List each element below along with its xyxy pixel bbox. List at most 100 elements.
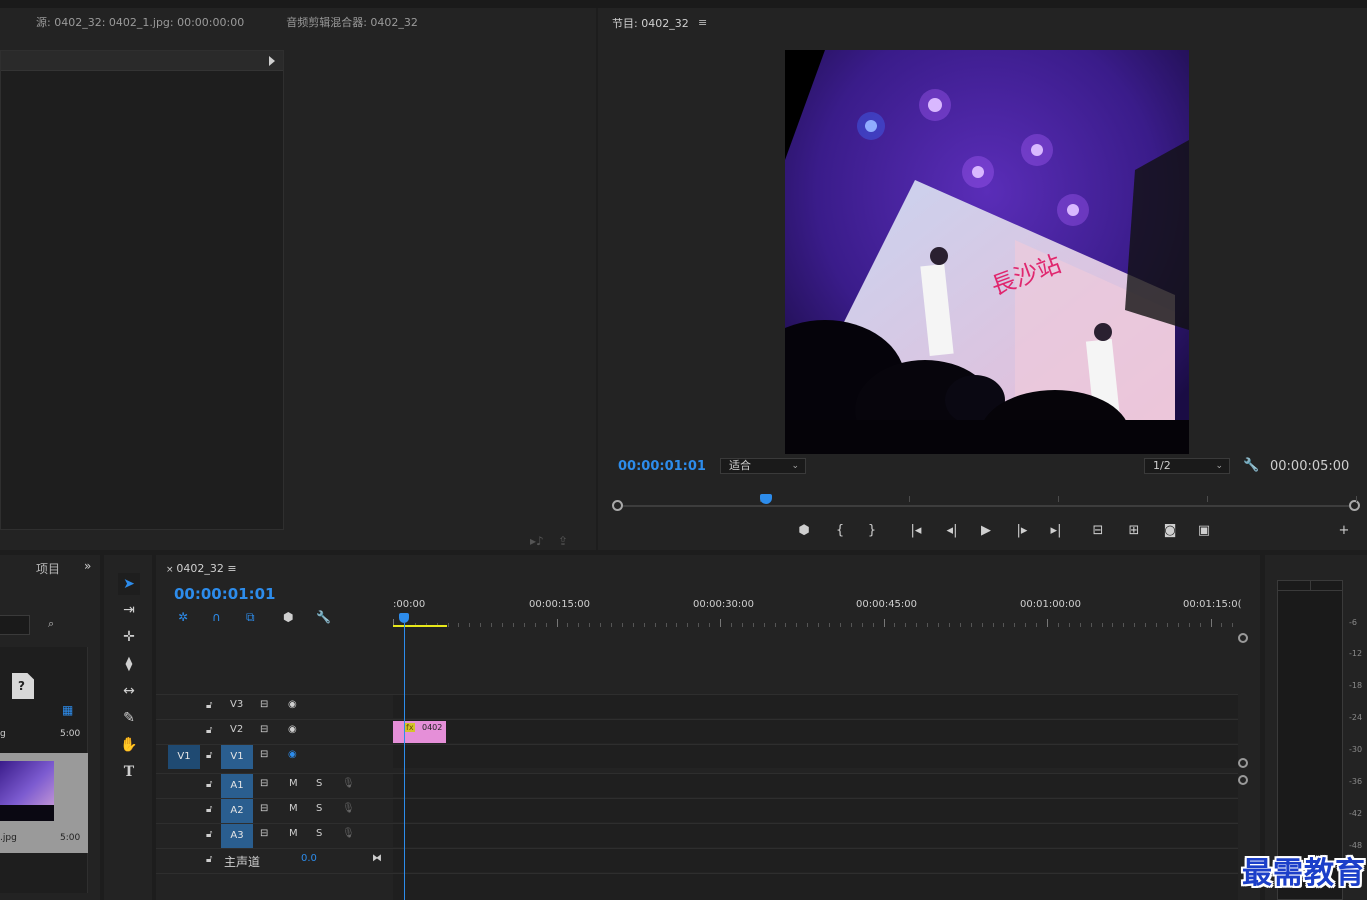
program-current-timecode[interactable]: 00:00:01:01: [618, 459, 706, 474]
ripple-edit-tool-icon[interactable]: ✛: [118, 626, 140, 648]
mic-icon[interactable]: 🎙︎: [342, 803, 355, 814]
go-to-out-icon[interactable]: ▸|: [1046, 522, 1066, 540]
in-point-knob[interactable]: [612, 500, 623, 511]
resolution-dropdown[interactable]: 1/2 ⌄: [1144, 458, 1230, 474]
wrench-icon[interactable]: 🔧: [316, 610, 331, 624]
play-icon[interactable]: ▶: [976, 522, 996, 540]
linked-selection-icon[interactable]: ⧉: [246, 610, 255, 625]
lock-icon[interactable]: 🔓︎: [206, 854, 212, 865]
panel-menu-icon[interactable]: ≡: [227, 562, 236, 575]
track-select-tool-icon[interactable]: ⇥: [118, 599, 140, 621]
project-search-input[interactable]: [0, 615, 30, 635]
tab-audio-mixer[interactable]: 音频剪辑混合器: 0402_32: [244, 14, 418, 34]
source-patch-v1[interactable]: V1: [168, 745, 200, 769]
type-tool-icon[interactable]: T: [118, 761, 140, 783]
track-content[interactable]: [393, 745, 1238, 768]
track-content[interactable]: fx 0402: [393, 720, 1238, 743]
hand-tool-icon[interactable]: ✋: [118, 734, 140, 756]
lock-icon[interactable]: 🔓︎: [206, 700, 212, 711]
mute-button[interactable]: M: [289, 803, 298, 814]
source-header-bar: [1, 51, 283, 71]
panel-menu-icon[interactable]: ≡: [698, 16, 707, 29]
track-target-v1[interactable]: V1: [221, 745, 253, 769]
tab-source[interactable]: 源: 0402_32: 0402_1.jpg: 00:00:00:00: [0, 14, 244, 34]
fit-dropdown[interactable]: 适合 ⌄: [720, 458, 806, 474]
step-back-icon[interactable]: ◂|: [942, 522, 962, 540]
video-scroll-bottom-knob[interactable]: [1238, 758, 1248, 768]
program-scrub-bar[interactable]: [612, 494, 1360, 518]
track-content[interactable]: [393, 874, 1238, 900]
timeline-clip[interactable]: fx 0402: [393, 721, 446, 743]
master-volume[interactable]: 0.0: [301, 853, 317, 864]
lift-icon[interactable]: ⊟: [1088, 522, 1108, 540]
pen-tool-icon[interactable]: ✎: [118, 707, 140, 729]
selection-tool-icon[interactable]: ➤: [118, 573, 140, 595]
add-marker-icon[interactable]: ⬢: [794, 522, 814, 540]
program-title[interactable]: 节目: 0402_32: [612, 15, 689, 31]
sync-lock-icon[interactable]: ⊟: [260, 724, 268, 735]
mic-icon[interactable]: 🎙︎: [342, 828, 355, 839]
audio-scroll-top-knob[interactable]: [1238, 775, 1248, 785]
project-item[interactable]: ? ▦ g 5:00: [0, 647, 88, 751]
track-content[interactable]: [393, 695, 1238, 718]
mark-in-icon[interactable]: {: [830, 522, 850, 540]
project-item-selected[interactable]: .jpg 5:00: [0, 753, 88, 853]
go-to-end-icon[interactable]: ⧓: [372, 853, 382, 864]
close-icon[interactable]: ×: [166, 565, 176, 575]
lock-icon[interactable]: 🔓︎: [206, 829, 212, 840]
audio-output-icon[interactable]: ▸♪: [530, 534, 544, 548]
work-area-bar[interactable]: [393, 625, 447, 627]
track-content[interactable]: [393, 824, 1238, 847]
mute-button[interactable]: M: [289, 828, 298, 839]
solo-button[interactable]: S: [316, 828, 322, 839]
camera-icon[interactable]: ◙: [1160, 522, 1180, 540]
eye-hidden-icon[interactable]: ◉: [288, 749, 297, 760]
slip-tool-icon[interactable]: ↔: [118, 680, 140, 702]
solo-button[interactable]: S: [316, 803, 322, 814]
lock-icon[interactable]: 🔓︎: [206, 750, 212, 761]
solo-button[interactable]: S: [316, 778, 322, 789]
mute-button[interactable]: M: [289, 778, 298, 789]
track-content[interactable]: [393, 849, 1238, 872]
eye-icon[interactable]: ◉: [288, 699, 297, 710]
wrench-icon[interactable]: 🔧: [1243, 458, 1259, 473]
nest-icon[interactable]: ✲: [178, 610, 188, 624]
sync-lock-icon[interactable]: ⊟: [260, 803, 268, 814]
watermark-logo: 最需教育: [1242, 856, 1366, 891]
compare-view-icon[interactable]: ▣: [1194, 522, 1214, 540]
snap-icon[interactable]: ∩: [212, 610, 221, 624]
mic-icon[interactable]: 🎙︎: [342, 778, 355, 789]
expand-triangle-icon[interactable]: [269, 56, 275, 66]
search-bin-icon[interactable]: ⌕: [48, 617, 54, 631]
track-target-a2[interactable]: A2: [221, 799, 253, 823]
timeline-playhead-handle[interactable]: [399, 613, 409, 623]
more-panels-icon[interactable]: »: [84, 559, 91, 573]
out-point-knob[interactable]: [1349, 500, 1360, 511]
timeline-timecode[interactable]: 00:00:01:01: [174, 585, 276, 603]
lock-icon[interactable]: 🔓︎: [206, 804, 212, 815]
sync-lock-icon[interactable]: ⊟: [260, 828, 268, 839]
mark-out-icon[interactable]: }: [862, 522, 882, 540]
project-title[interactable]: 项目: [36, 560, 60, 577]
sync-lock-icon[interactable]: ⊟: [260, 749, 268, 760]
sync-lock-icon[interactable]: ⊟: [260, 778, 268, 789]
add-button-icon[interactable]: +: [1334, 522, 1354, 540]
extract-icon[interactable]: ⊞: [1124, 522, 1144, 540]
eye-icon[interactable]: ◉: [288, 724, 297, 735]
track-content[interactable]: [393, 774, 1238, 797]
add-marker-icon[interactable]: ⬢: [283, 610, 293, 624]
track-target-a3[interactable]: A3: [221, 824, 253, 848]
timeline-ruler[interactable]: [393, 615, 1239, 627]
sync-lock-icon[interactable]: ⊟: [260, 699, 268, 710]
timeline-tab[interactable]: × 0402_32 ≡: [166, 562, 237, 575]
lock-icon[interactable]: 🔓︎: [206, 779, 212, 790]
track-content[interactable]: [393, 799, 1238, 822]
program-playhead[interactable]: [760, 494, 772, 504]
step-forward-icon[interactable]: |▸: [1012, 522, 1032, 540]
export-icon[interactable]: ⇪: [558, 534, 568, 548]
track-target-a1[interactable]: A1: [221, 774, 253, 798]
razor-tool-icon[interactable]: ⧫: [118, 653, 140, 675]
lock-icon[interactable]: 🔓︎: [206, 725, 212, 736]
video-scroll-top-knob[interactable]: [1238, 633, 1248, 643]
go-to-in-icon[interactable]: |◂: [906, 522, 926, 540]
